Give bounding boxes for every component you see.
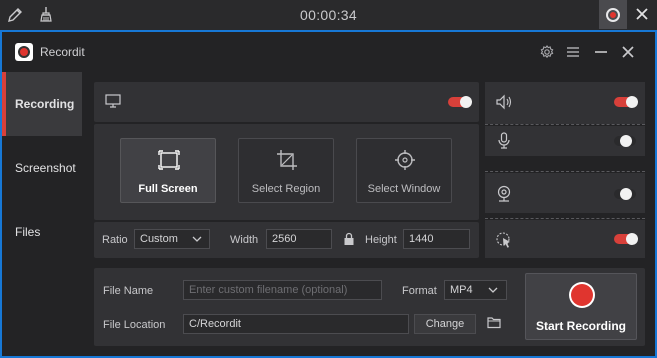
settings-icon[interactable] xyxy=(538,43,556,61)
sidebar-item-files[interactable]: Files xyxy=(2,200,82,264)
height-input[interactable]: 1440 xyxy=(403,229,470,249)
fullscreen-icon xyxy=(158,150,180,170)
ratio-value: Custom xyxy=(140,233,178,245)
webcam-row xyxy=(485,173,645,213)
display-panel-header xyxy=(94,82,479,122)
speaker-icon xyxy=(496,94,512,110)
sidebar-item-label: Files xyxy=(15,225,41,239)
crosshair-icon xyxy=(395,150,415,170)
ratio-select[interactable]: Custom xyxy=(134,229,210,249)
menu-icon[interactable] xyxy=(564,43,582,61)
microphone-icon xyxy=(498,132,510,149)
ratio-label: Ratio xyxy=(102,234,128,246)
system-audio-row xyxy=(485,82,645,124)
close-bar-icon[interactable] xyxy=(633,5,651,23)
mode-label: Select Region xyxy=(251,183,321,195)
minimize-icon[interactable] xyxy=(592,43,610,61)
stop-record-icon xyxy=(606,7,620,22)
chevron-down-icon xyxy=(192,236,202,242)
dimensions-row: Ratio Custom Width 2560 Height 1440 xyxy=(94,222,479,258)
recording-timer: 00:00:34 xyxy=(300,7,357,23)
title-bar: Recordit xyxy=(2,32,655,72)
record-icon xyxy=(569,282,595,308)
file-location-input[interactable]: C/Recordit xyxy=(183,314,409,334)
sidebar-item-recording[interactable]: Recording xyxy=(2,72,82,136)
stop-record-button[interactable] xyxy=(599,0,627,29)
width-label: Width xyxy=(230,234,259,246)
webcam-icon xyxy=(497,185,511,202)
mode-label: Select Window xyxy=(367,183,441,195)
sidebar-item-label: Recording xyxy=(15,97,75,111)
divider xyxy=(485,171,645,172)
start-recording-label: Start Recording xyxy=(535,319,626,333)
cursor-effects-row xyxy=(485,220,645,258)
webcam-toggle[interactable] xyxy=(614,188,636,200)
lock-icon[interactable] xyxy=(343,232,355,246)
width-input[interactable]: 2560 xyxy=(266,229,332,249)
select-window-button[interactable]: Select Window xyxy=(356,138,452,203)
microphone-row xyxy=(485,126,645,156)
height-label: Height xyxy=(365,234,397,246)
close-icon[interactable] xyxy=(619,43,637,61)
app-logo xyxy=(15,43,33,61)
chevron-down-icon xyxy=(488,287,498,293)
file-location-label: File Location xyxy=(103,319,166,331)
cursor-click-icon xyxy=(496,232,510,248)
change-location-button[interactable]: Change xyxy=(414,314,476,334)
format-value: MP4 xyxy=(450,284,473,296)
sidebar: Recording Screenshot Files xyxy=(2,72,82,356)
crop-icon xyxy=(277,150,297,170)
full-screen-button[interactable]: Full Screen xyxy=(120,138,216,203)
sidebar-item-screenshot[interactable]: Screenshot xyxy=(2,136,82,200)
display-toggle[interactable] xyxy=(448,96,472,108)
mode-label: Full Screen xyxy=(138,183,198,195)
app-title: Recordit xyxy=(40,45,85,59)
file-name-input[interactable]: Enter custom filename (optional) xyxy=(183,280,382,300)
start-recording-button[interactable]: Start Recording xyxy=(525,273,637,340)
microphone-toggle[interactable] xyxy=(614,135,636,147)
divider xyxy=(485,218,645,219)
sidebar-item-label: Screenshot xyxy=(15,161,76,175)
cursor-effects-toggle[interactable] xyxy=(614,233,638,245)
file-name-label: File Name xyxy=(103,285,154,297)
folder-icon[interactable] xyxy=(487,316,501,329)
system-audio-toggle[interactable] xyxy=(614,96,638,108)
recorder-window: Recordit Recording Screenshot Files Full… xyxy=(0,30,657,358)
recording-control-bar: 00:00:34 xyxy=(0,0,657,30)
format-label: Format xyxy=(402,285,437,297)
divider xyxy=(485,124,645,125)
format-select[interactable]: MP4 xyxy=(444,280,507,300)
monitor-icon xyxy=(105,94,121,108)
select-region-button[interactable]: Select Region xyxy=(238,138,334,203)
